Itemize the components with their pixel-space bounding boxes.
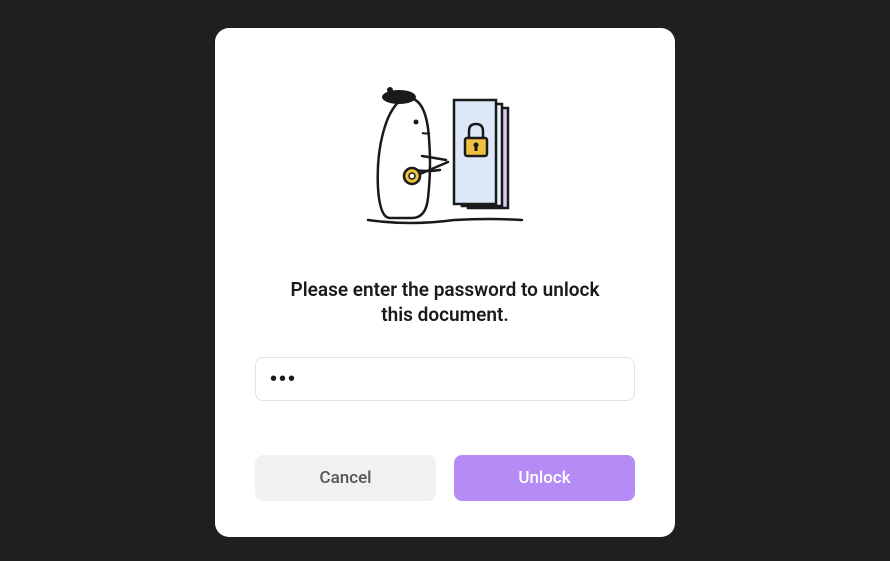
character-unlock-document-icon — [345, 68, 545, 248]
cancel-button[interactable]: Cancel — [255, 455, 436, 501]
password-input[interactable] — [255, 357, 635, 401]
unlock-document-modal: Please enter the password to unlock this… — [215, 28, 675, 537]
prompt-text: Please enter the password to unlock this… — [255, 278, 635, 327]
button-row: Cancel Unlock — [255, 455, 635, 501]
unlock-button[interactable]: Unlock — [454, 455, 635, 501]
